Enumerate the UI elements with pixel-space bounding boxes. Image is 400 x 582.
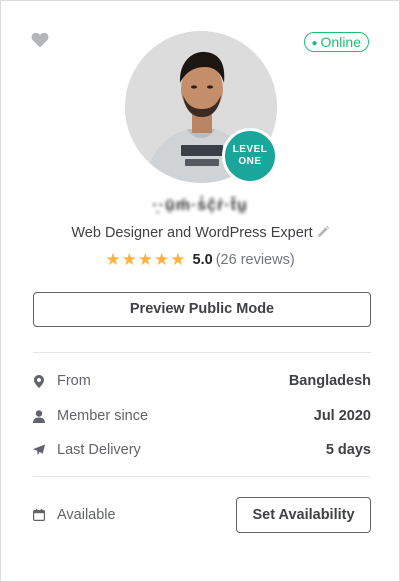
stat-row-last-delivery: Last Delivery 5 days — [33, 440, 371, 460]
paper-plane-icon — [33, 443, 45, 457]
online-status-badge: ● Online — [304, 32, 369, 52]
availability-row: Available Set Availability — [33, 497, 371, 533]
seller-level-badge: LEVEL ONE — [222, 128, 278, 184]
heart-icon[interactable] — [31, 32, 49, 48]
star-rating-icons: ★★★★★ — [105, 250, 187, 269]
rating-row: ★★★★★ 5.0 (26 reviews) — [1, 250, 399, 270]
stat-value: 5 days — [325, 442, 371, 458]
stat-row-member-since: Member since Jul 2020 — [33, 406, 371, 426]
location-pin-icon — [33, 374, 45, 388]
rating-score: 5.0 — [192, 252, 213, 268]
stat-label: Last Delivery — [57, 442, 141, 458]
stat-label: Member since — [57, 408, 149, 424]
divider — [33, 352, 371, 353]
stat-label: From — [57, 373, 91, 389]
divider — [33, 476, 371, 477]
pencil-edit-icon[interactable] — [317, 225, 329, 242]
user-icon — [33, 409, 45, 423]
stat-row-from: From Bangladesh — [33, 371, 371, 391]
review-count-link[interactable]: (26 reviews) — [216, 252, 295, 268]
tagline-text: Web Designer and WordPress Expert — [71, 225, 313, 241]
tagline-row: Web Designer and WordPress Expert — [1, 225, 399, 242]
stat-value: Jul 2020 — [313, 408, 371, 424]
seller-profile-card: ● Online LEVEL ONE ·̣·ụ̄ḿ·ṡ̇ĉ̣ṙ·ṫ̄ṵ Web … — [0, 0, 400, 582]
stat-value: Bangladesh — [288, 373, 371, 389]
calendar-icon — [33, 509, 45, 521]
status-dot-icon: ● — [311, 38, 318, 49]
availability-label: Available — [57, 507, 116, 523]
preview-public-mode-button[interactable]: Preview Public Mode — [33, 292, 371, 327]
username: ·̣·ụ̄ḿ·ṡ̇ĉ̣ṙ·ṫ̄ṵ — [152, 197, 248, 214]
set-availability-button[interactable]: Set Availability — [236, 497, 371, 533]
